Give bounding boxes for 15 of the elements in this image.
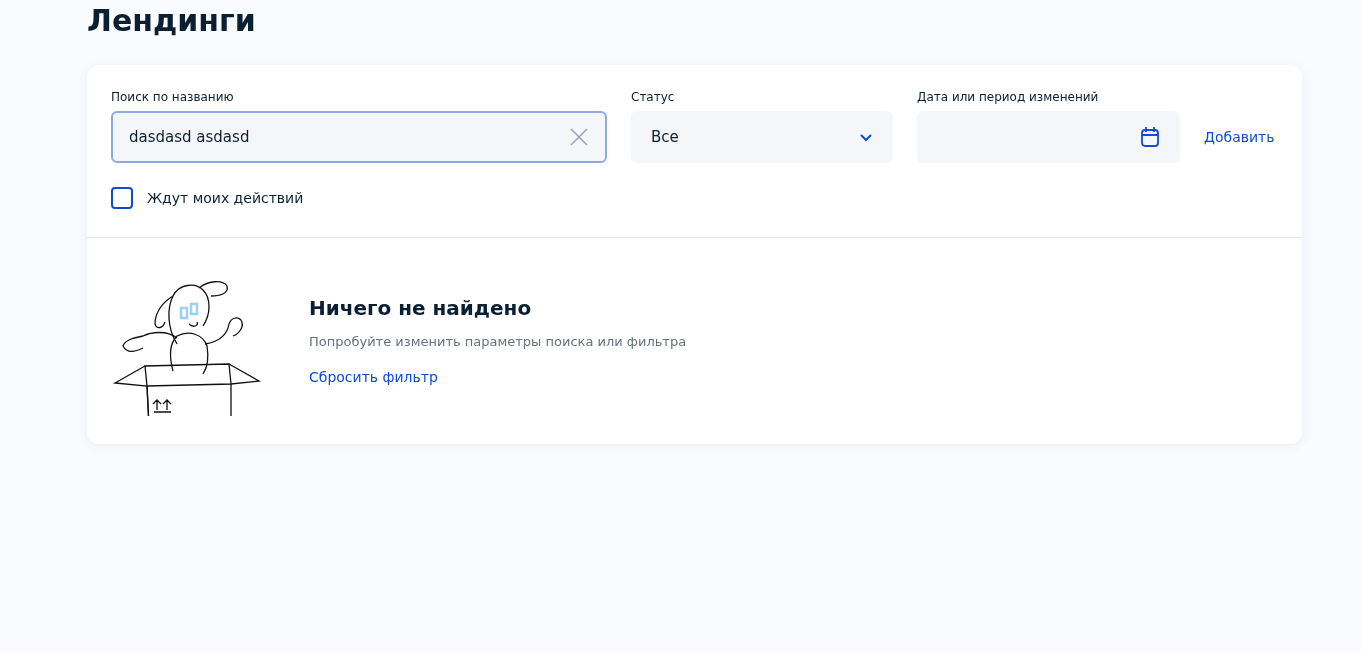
calendar-icon[interactable] xyxy=(1140,126,1160,148)
date-field[interactable] xyxy=(917,111,1180,163)
field-label: Поиск по названию xyxy=(111,89,235,105)
page-title: Лендинги xyxy=(87,2,257,40)
reset-filter-link[interactable]: Сбросить фильтр xyxy=(309,369,438,385)
empty-message: Попробуйте изменить параметры поиска или фильтра xyxy=(309,334,687,349)
chevron-down-icon xyxy=(859,132,873,142)
add-link[interactable]: Добавить xyxy=(1204,111,1275,163)
checkbox[interactable] xyxy=(111,187,133,209)
checkbox-label: Ждут моих действий xyxy=(147,190,304,206)
field-label: Дата или период изменений xyxy=(917,89,1100,105)
status-dropdown[interactable]: Все xyxy=(631,111,893,163)
field-label: Статус xyxy=(631,89,676,105)
search-field[interactable]: dasdasd asdasd xyxy=(111,111,607,163)
empty-title: Ничего не найдено xyxy=(309,296,533,320)
